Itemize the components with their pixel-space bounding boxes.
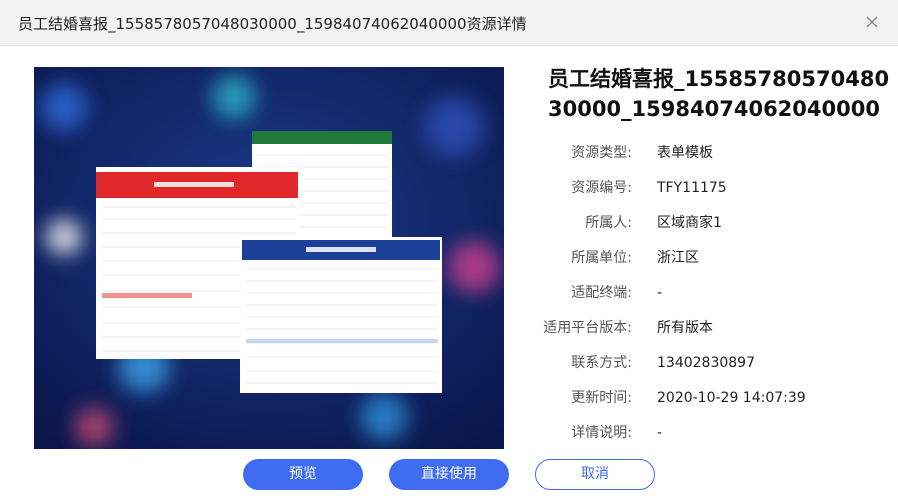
preview-button[interactable]: 预览 <box>243 459 363 490</box>
field-value: 2020-10-29 14:07:39 <box>657 390 806 406</box>
dialog-header: 员工结婚喜报_1558578057048030000_1598407406204… <box>0 0 898 46</box>
form-card-blue <box>240 237 442 393</box>
field-value: - <box>657 285 663 301</box>
field-value: TFY11175 <box>657 180 727 196</box>
field-label: 更新时间: <box>571 390 632 406</box>
template-preview-image <box>34 67 504 449</box>
field-label: 适用平台版本: <box>543 320 632 336</box>
field-label: 详情说明: <box>571 425 632 441</box>
field-value: 13402830897 <box>657 355 755 371</box>
field-label: 所属人: <box>585 215 632 231</box>
resource-detail-dialog: 员工结婚喜报_1558578057048030000_1598407406204… <box>0 0 898 496</box>
field-value: - <box>657 425 663 441</box>
field-value: 表单模板 <box>657 145 713 161</box>
resource-title: 员工结婚喜报_1558578057048030000_1598407406204… <box>548 67 890 121</box>
field-label: 资源类型: <box>571 145 632 161</box>
field-value: 区域商家1 <box>657 215 722 231</box>
field-label: 联系方式: <box>571 355 632 371</box>
field-value: 所有版本 <box>657 320 713 336</box>
cancel-button[interactable]: 取消 <box>535 459 655 490</box>
use-directly-button[interactable]: 直接使用 <box>389 459 509 490</box>
field-label: 适配终端: <box>571 285 632 301</box>
field-value: 浙江区 <box>657 250 699 266</box>
close-icon[interactable] <box>862 12 882 32</box>
field-label: 资源编号: <box>571 180 632 196</box>
dialog-title: 员工结婚喜报_1558578057048030000_1598407406204… <box>18 15 527 33</box>
field-label: 所属单位: <box>571 250 632 266</box>
